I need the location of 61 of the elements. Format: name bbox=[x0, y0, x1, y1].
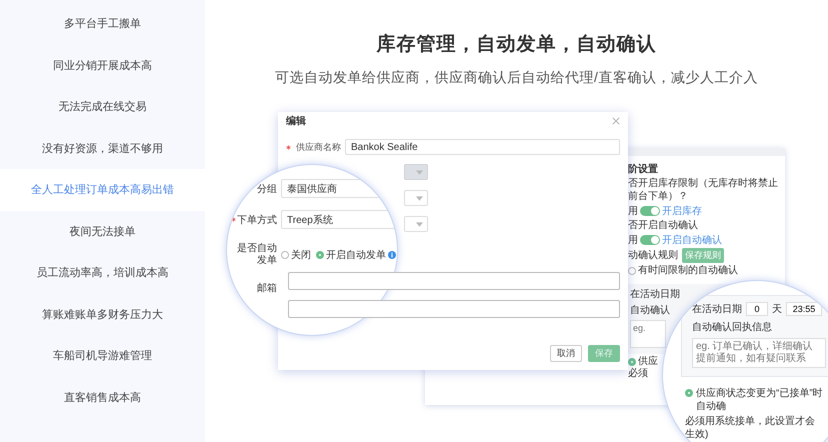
toggle-label: 用 bbox=[628, 204, 638, 218]
setting-question: 否开启库存限制（无库存时将禁止前台下单）？ bbox=[628, 177, 779, 203]
radio-label: 关闭 bbox=[291, 248, 311, 262]
reply-field[interactable]: eg. bbox=[630, 320, 666, 348]
dialog-title: 编辑 bbox=[286, 114, 306, 128]
date-label: 在活动日期 bbox=[630, 288, 680, 301]
panel-title: 阶设置 bbox=[628, 162, 658, 176]
option-note: 必须用系统接单，此设置才会生效) bbox=[685, 415, 816, 441]
caret-icon bbox=[416, 196, 423, 200]
option-note: 必须 bbox=[628, 367, 648, 380]
field-label: 邮箱 bbox=[256, 282, 277, 295]
select-field[interactable] bbox=[404, 216, 428, 232]
cancel-button[interactable]: 取消 bbox=[550, 345, 582, 362]
date-label: 在活动日期 bbox=[692, 302, 742, 316]
sidebar-item[interactable]: 没有好资源，渠道不够用 bbox=[0, 128, 205, 169]
order-method-select[interactable]: Treep系统 bbox=[281, 210, 397, 229]
field-label: 是否自动发单 bbox=[236, 243, 277, 267]
toggle-status: 开启库存 bbox=[662, 204, 702, 218]
toggle-label: 用 bbox=[628, 234, 638, 246]
email-field[interactable] bbox=[288, 272, 620, 290]
sidebar-item[interactable]: 夜间无法接单 bbox=[0, 210, 205, 252]
radio-label: 有时间限制的自动确认 bbox=[638, 264, 738, 277]
sidebar-item[interactable]: 无法完成在线交易 bbox=[0, 86, 205, 128]
radio-label: 供应商状态变更为“已接单”时自动确 bbox=[696, 387, 823, 413]
caret-icon bbox=[416, 170, 423, 174]
days-field[interactable]: 0 bbox=[746, 302, 768, 316]
radio-button[interactable] bbox=[281, 251, 289, 259]
select-field[interactable] bbox=[404, 190, 428, 206]
days-unit: 天 bbox=[772, 303, 782, 316]
sidebar-item[interactable]: 全人工处理订单成本高易出错 bbox=[0, 169, 205, 210]
supplier-name-field[interactable]: Bankok Sealife bbox=[345, 139, 620, 155]
time-field[interactable]: 23:55 bbox=[786, 302, 822, 316]
caret-icon bbox=[416, 222, 423, 226]
setting-question: 否开启自动确认 bbox=[628, 219, 698, 232]
reply-field[interactable]: eg. 订单已确认，详细确认 提前通知，如有疑问联系 bbox=[692, 338, 826, 368]
radio-label: 供应 bbox=[638, 355, 658, 368]
sidebar-item[interactable]: 算账难账单多财务压力大 bbox=[0, 294, 205, 335]
info-icon[interactable] bbox=[388, 251, 396, 259]
input-field[interactable] bbox=[288, 300, 620, 318]
sidebar-item[interactable]: 员工流动率高，培训成本高 bbox=[0, 252, 205, 294]
field-label: 供应商名称 bbox=[296, 140, 341, 154]
reply-label: 自动确认回执信息 bbox=[692, 320, 772, 334]
radio-button[interactable] bbox=[628, 266, 636, 274]
sidebar-item[interactable]: 同业分销开展成本高 bbox=[0, 44, 205, 86]
sidebar-item[interactable]: 多平台手工搬单 bbox=[0, 3, 205, 44]
toggle-status: 开启自动确认 bbox=[662, 234, 722, 247]
radio-button[interactable] bbox=[628, 358, 636, 366]
close-icon[interactable] bbox=[612, 117, 620, 125]
field-label: 分组 bbox=[256, 182, 277, 196]
toggle-switch[interactable] bbox=[640, 235, 660, 245]
rule-label: 动确认规则 bbox=[628, 249, 678, 262]
radio-button[interactable] bbox=[316, 251, 324, 259]
section-subheading: 可选自动发单给供应商，供应商确认后自动给代理/直客确认，减少人工介入 bbox=[275, 69, 758, 87]
field-label: 下单方式 bbox=[237, 214, 277, 226]
sidebar-item[interactable]: 直客销售成本高 bbox=[0, 376, 205, 418]
radio-button[interactable] bbox=[685, 389, 693, 397]
toggle-switch[interactable] bbox=[640, 206, 660, 216]
radio-label: 开启自动发单 bbox=[326, 248, 386, 262]
sidebar-item[interactable]: 车船司机导游难管理 bbox=[0, 335, 205, 376]
section-heading: 库存管理，自动发单，自动确认 bbox=[376, 32, 656, 57]
reply-label: 自动确认 bbox=[630, 304, 670, 317]
